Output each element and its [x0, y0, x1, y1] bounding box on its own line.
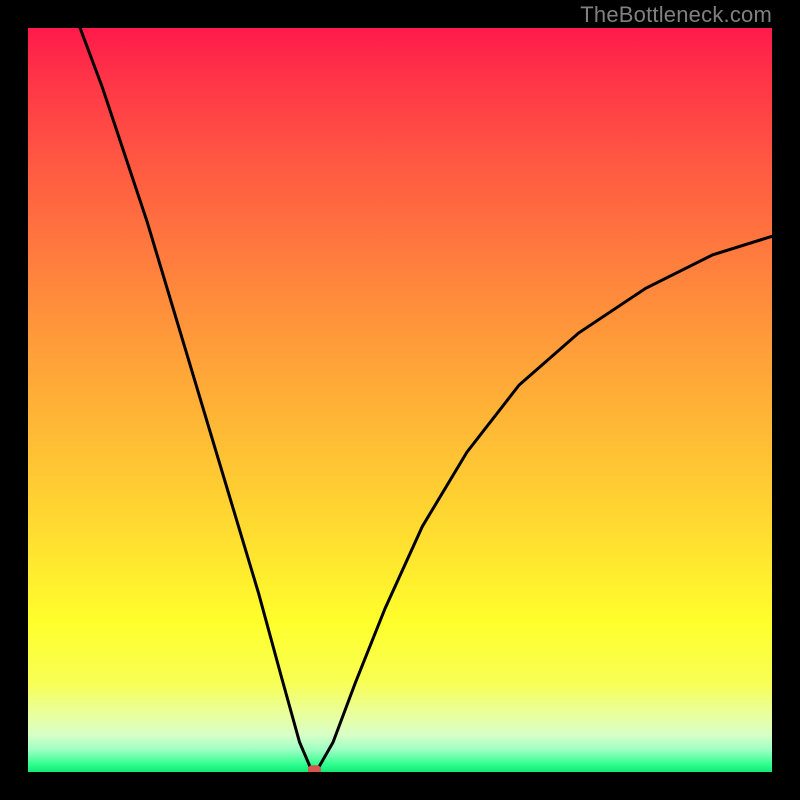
watermark-text: TheBottleneck.com	[580, 2, 772, 28]
plot-area	[28, 28, 772, 772]
chart-frame: TheBottleneck.com	[0, 0, 800, 800]
bottleneck-curve-svg	[28, 28, 772, 772]
bottleneck-curve-path	[80, 28, 772, 768]
minimum-marker	[308, 765, 321, 772]
